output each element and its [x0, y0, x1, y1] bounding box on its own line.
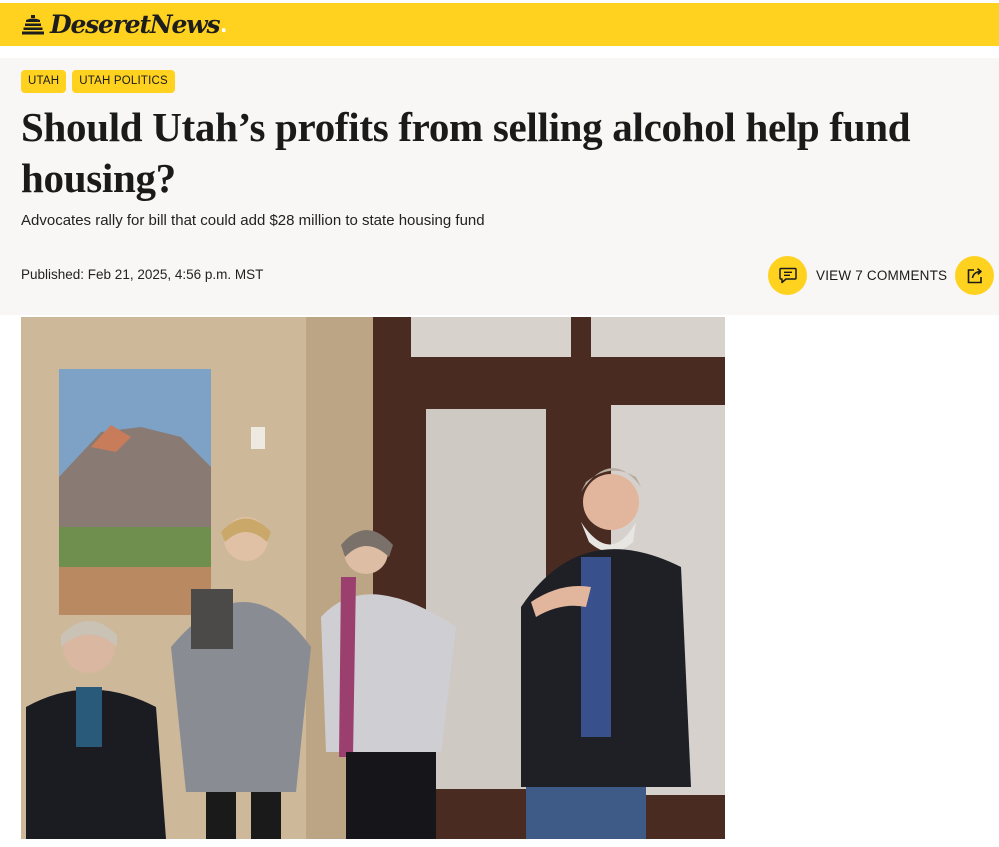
beehive-icon	[22, 14, 44, 34]
view-comments-label: VIEW 7 COMMENTS	[816, 268, 948, 283]
photo-illustration	[21, 317, 725, 839]
tag-list: UTAH UTAH POLITICS	[21, 70, 175, 93]
lead-photo	[21, 317, 725, 839]
comment-icon-circle	[768, 256, 807, 295]
subhead: Advocates rally for bill that could add …	[21, 212, 485, 229]
share-icon	[967, 267, 982, 283]
site-name: DeseretNews	[50, 10, 221, 39]
site-logo[interactable]: DeseretNews.	[22, 10, 227, 39]
share-button[interactable]	[955, 256, 994, 295]
publish-date: Published: Feb 21, 2025, 4:56 p.m. MST	[21, 267, 264, 282]
logo-dot: .	[220, 10, 228, 38]
site-header: DeseretNews.	[0, 3, 999, 46]
comment-icon	[778, 267, 797, 284]
headline: Should Utah’s profits from selling alcoh…	[21, 104, 911, 201]
view-comments-button[interactable]: VIEW 7 COMMENTS	[768, 256, 947, 295]
tag-utah[interactable]: UTAH	[21, 70, 67, 93]
article-header: UTAH UTAH POLITICS Should Utah’s profits…	[0, 58, 999, 315]
tag-utah-politics[interactable]: UTAH POLITICS	[72, 70, 175, 93]
